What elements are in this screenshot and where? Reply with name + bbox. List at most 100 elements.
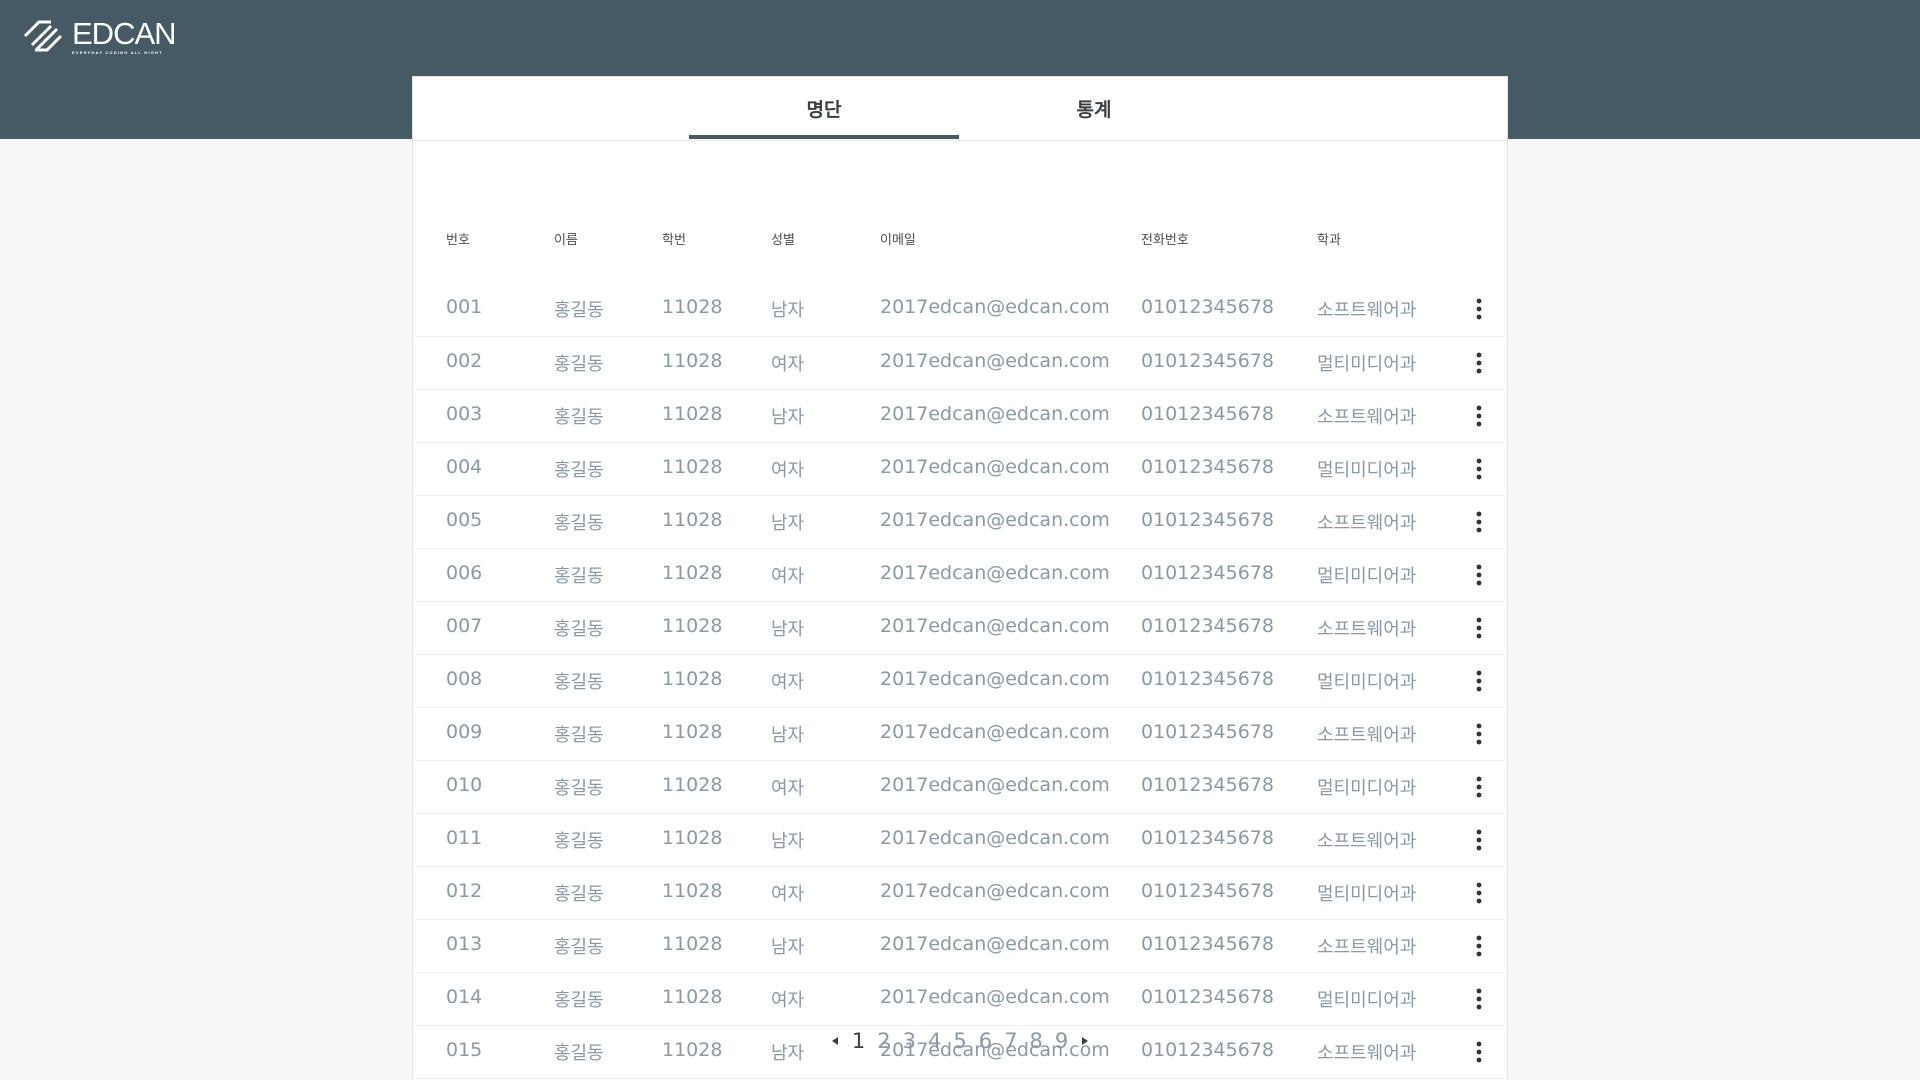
row-more-button[interactable] [1464,505,1494,539]
row-more-button[interactable] [1464,346,1494,380]
table-row[interactable]: 002 홍길동 11028 여자 2017edcan@edcan.com 01012345… [413,336,1507,389]
more-vertical-icon [1476,511,1482,533]
row-more-button[interactable] [1464,611,1494,645]
row-more-button[interactable] [1464,452,1494,486]
header-name[interactable]: 이름 [554,229,578,248]
row-more-button[interactable] [1464,664,1494,698]
page-number-7[interactable]: 7 [1002,1029,1019,1053]
table-row[interactable]: 005 홍길동 11028 남자 2017edcan@edcan.com 01012345… [413,495,1507,548]
tab-bar: 명단 통계 [413,77,1507,141]
cell-gender: 남자 [771,407,805,428]
table-row[interactable]: 007 홍길동 11028 남자 2017edcan@edcan.com 01012345… [413,601,1507,654]
page-number-4[interactable]: 4 [926,1029,943,1053]
brand-name: EDCAN [72,15,177,51]
tab-roster[interactable]: 명단 [689,77,959,139]
cell-department: 멀티미디어과 [1317,566,1417,587]
cell-email: 2017edcan@edcan.com [880,350,1110,372]
table-header: 번호 이름 학번 성별 이메일 전화번호 학과 [413,229,1507,253]
row-more-button[interactable] [1464,823,1494,857]
cell-gender: 남자 [771,937,805,958]
cell-num: 013 [446,933,483,955]
header-student-id[interactable]: 학번 [662,229,686,248]
table-row[interactable]: 011 홍길동 11028 남자 2017edcan@edcan.com 01012345… [413,813,1507,866]
active-tab-indicator [689,135,959,139]
cell-num: 009 [446,721,483,743]
cell-phone: 01012345678 [1141,350,1274,372]
cell-department: 멀티미디어과 [1317,460,1417,481]
table-row[interactable]: 014 홍길동 11028 여자 2017edcan@edcan.com 01012345… [413,972,1507,1025]
cell-phone: 01012345678 [1141,615,1274,637]
cell-student-id: 11028 [662,721,723,743]
table-row[interactable]: 001 홍길동 11028 남자 2017edcan@edcan.com 01012345… [413,283,1507,336]
more-vertical-icon [1476,352,1482,374]
cell-num: 011 [446,827,483,849]
header-gender[interactable]: 성별 [771,229,795,248]
cell-student-id: 11028 [662,562,723,584]
cell-department: 소프트웨어과 [1317,831,1417,852]
table-row[interactable]: 010 홍길동 11028 여자 2017edcan@edcan.com 01012345… [413,760,1507,813]
header-department[interactable]: 학과 [1317,229,1341,248]
next-page-button[interactable] [1082,1037,1089,1045]
header-phone[interactable]: 전화번호 [1141,229,1189,248]
row-more-button[interactable] [1464,292,1494,326]
cell-name: 홍길동 [554,300,604,321]
page-number-5[interactable]: 5 [951,1029,968,1053]
edcan-logo[interactable]: EDCAN EVERYDAY CODING ALL NIGHT [22,15,177,54]
cell-phone: 01012345678 [1141,562,1274,584]
row-more-button[interactable] [1464,982,1494,1016]
cell-name: 홍길동 [554,513,604,534]
triangle-left-icon [831,1037,838,1045]
cell-student-id: 11028 [662,827,723,849]
cell-student-id: 11028 [662,880,723,902]
header-email[interactable]: 이메일 [880,229,916,248]
tab-statistics[interactable]: 통계 [959,77,1229,139]
page-number-6[interactable]: 6 [977,1029,994,1053]
cell-num: 005 [446,509,483,531]
table-row[interactable]: 004 홍길동 11028 여자 2017edcan@edcan.com 01012345… [413,442,1507,495]
page-number-1[interactable]: 1 [850,1029,867,1053]
edcan-logo-mark-icon [23,20,63,52]
cell-phone: 01012345678 [1141,721,1274,743]
row-more-button[interactable] [1464,770,1494,804]
more-vertical-icon [1476,882,1482,904]
more-vertical-icon [1476,670,1482,692]
header-num[interactable]: 번호 [446,229,470,248]
cell-gender: 남자 [771,619,805,640]
cell-phone: 01012345678 [1141,986,1274,1008]
cell-student-id: 11028 [662,986,723,1008]
more-vertical-icon [1476,723,1482,745]
cell-student-id: 11028 [662,456,723,478]
cell-email: 2017edcan@edcan.com [880,668,1110,690]
page-number-9[interactable]: 9 [1053,1029,1070,1053]
prev-page-button[interactable] [831,1037,838,1045]
cell-num: 014 [446,986,483,1008]
row-more-button[interactable] [1464,399,1494,433]
row-more-button[interactable] [1464,558,1494,592]
cell-num: 010 [446,774,483,796]
table-divider [413,1078,1507,1079]
table-row[interactable]: 012 홍길동 11028 여자 2017edcan@edcan.com 01012345… [413,866,1507,919]
cell-num: 003 [446,403,483,425]
cell-gender: 여자 [771,884,805,905]
row-more-button[interactable] [1464,876,1494,910]
table-body: 001 홍길동 11028 남자 2017edcan@edcan.com 01012345… [413,283,1507,1078]
cell-student-id: 11028 [662,933,723,955]
cell-phone: 01012345678 [1141,668,1274,690]
cell-gender: 여자 [771,778,805,799]
row-more-button[interactable] [1464,717,1494,751]
table-row[interactable]: 008 홍길동 11028 여자 2017edcan@edcan.com 01012345… [413,654,1507,707]
more-vertical-icon [1476,564,1482,586]
table-row[interactable]: 009 홍길동 11028 남자 2017edcan@edcan.com 01012345… [413,707,1507,760]
table-row[interactable]: 006 홍길동 11028 여자 2017edcan@edcan.com 01012345… [413,548,1507,601]
table-row[interactable]: 003 홍길동 11028 남자 2017edcan@edcan.com 01012345… [413,389,1507,442]
more-vertical-icon [1476,617,1482,639]
page-number-3[interactable]: 3 [901,1029,918,1053]
table-row[interactable]: 013 홍길동 11028 남자 2017edcan@edcan.com 01012345… [413,919,1507,972]
cell-department: 소프트웨어과 [1317,407,1417,428]
page-number-2[interactable]: 2 [875,1029,892,1053]
cell-department: 멀티미디어과 [1317,884,1417,905]
cell-name: 홍길동 [554,725,604,746]
page-number-8[interactable]: 8 [1027,1029,1044,1053]
row-more-button[interactable] [1464,929,1494,963]
cell-student-id: 11028 [662,774,723,796]
